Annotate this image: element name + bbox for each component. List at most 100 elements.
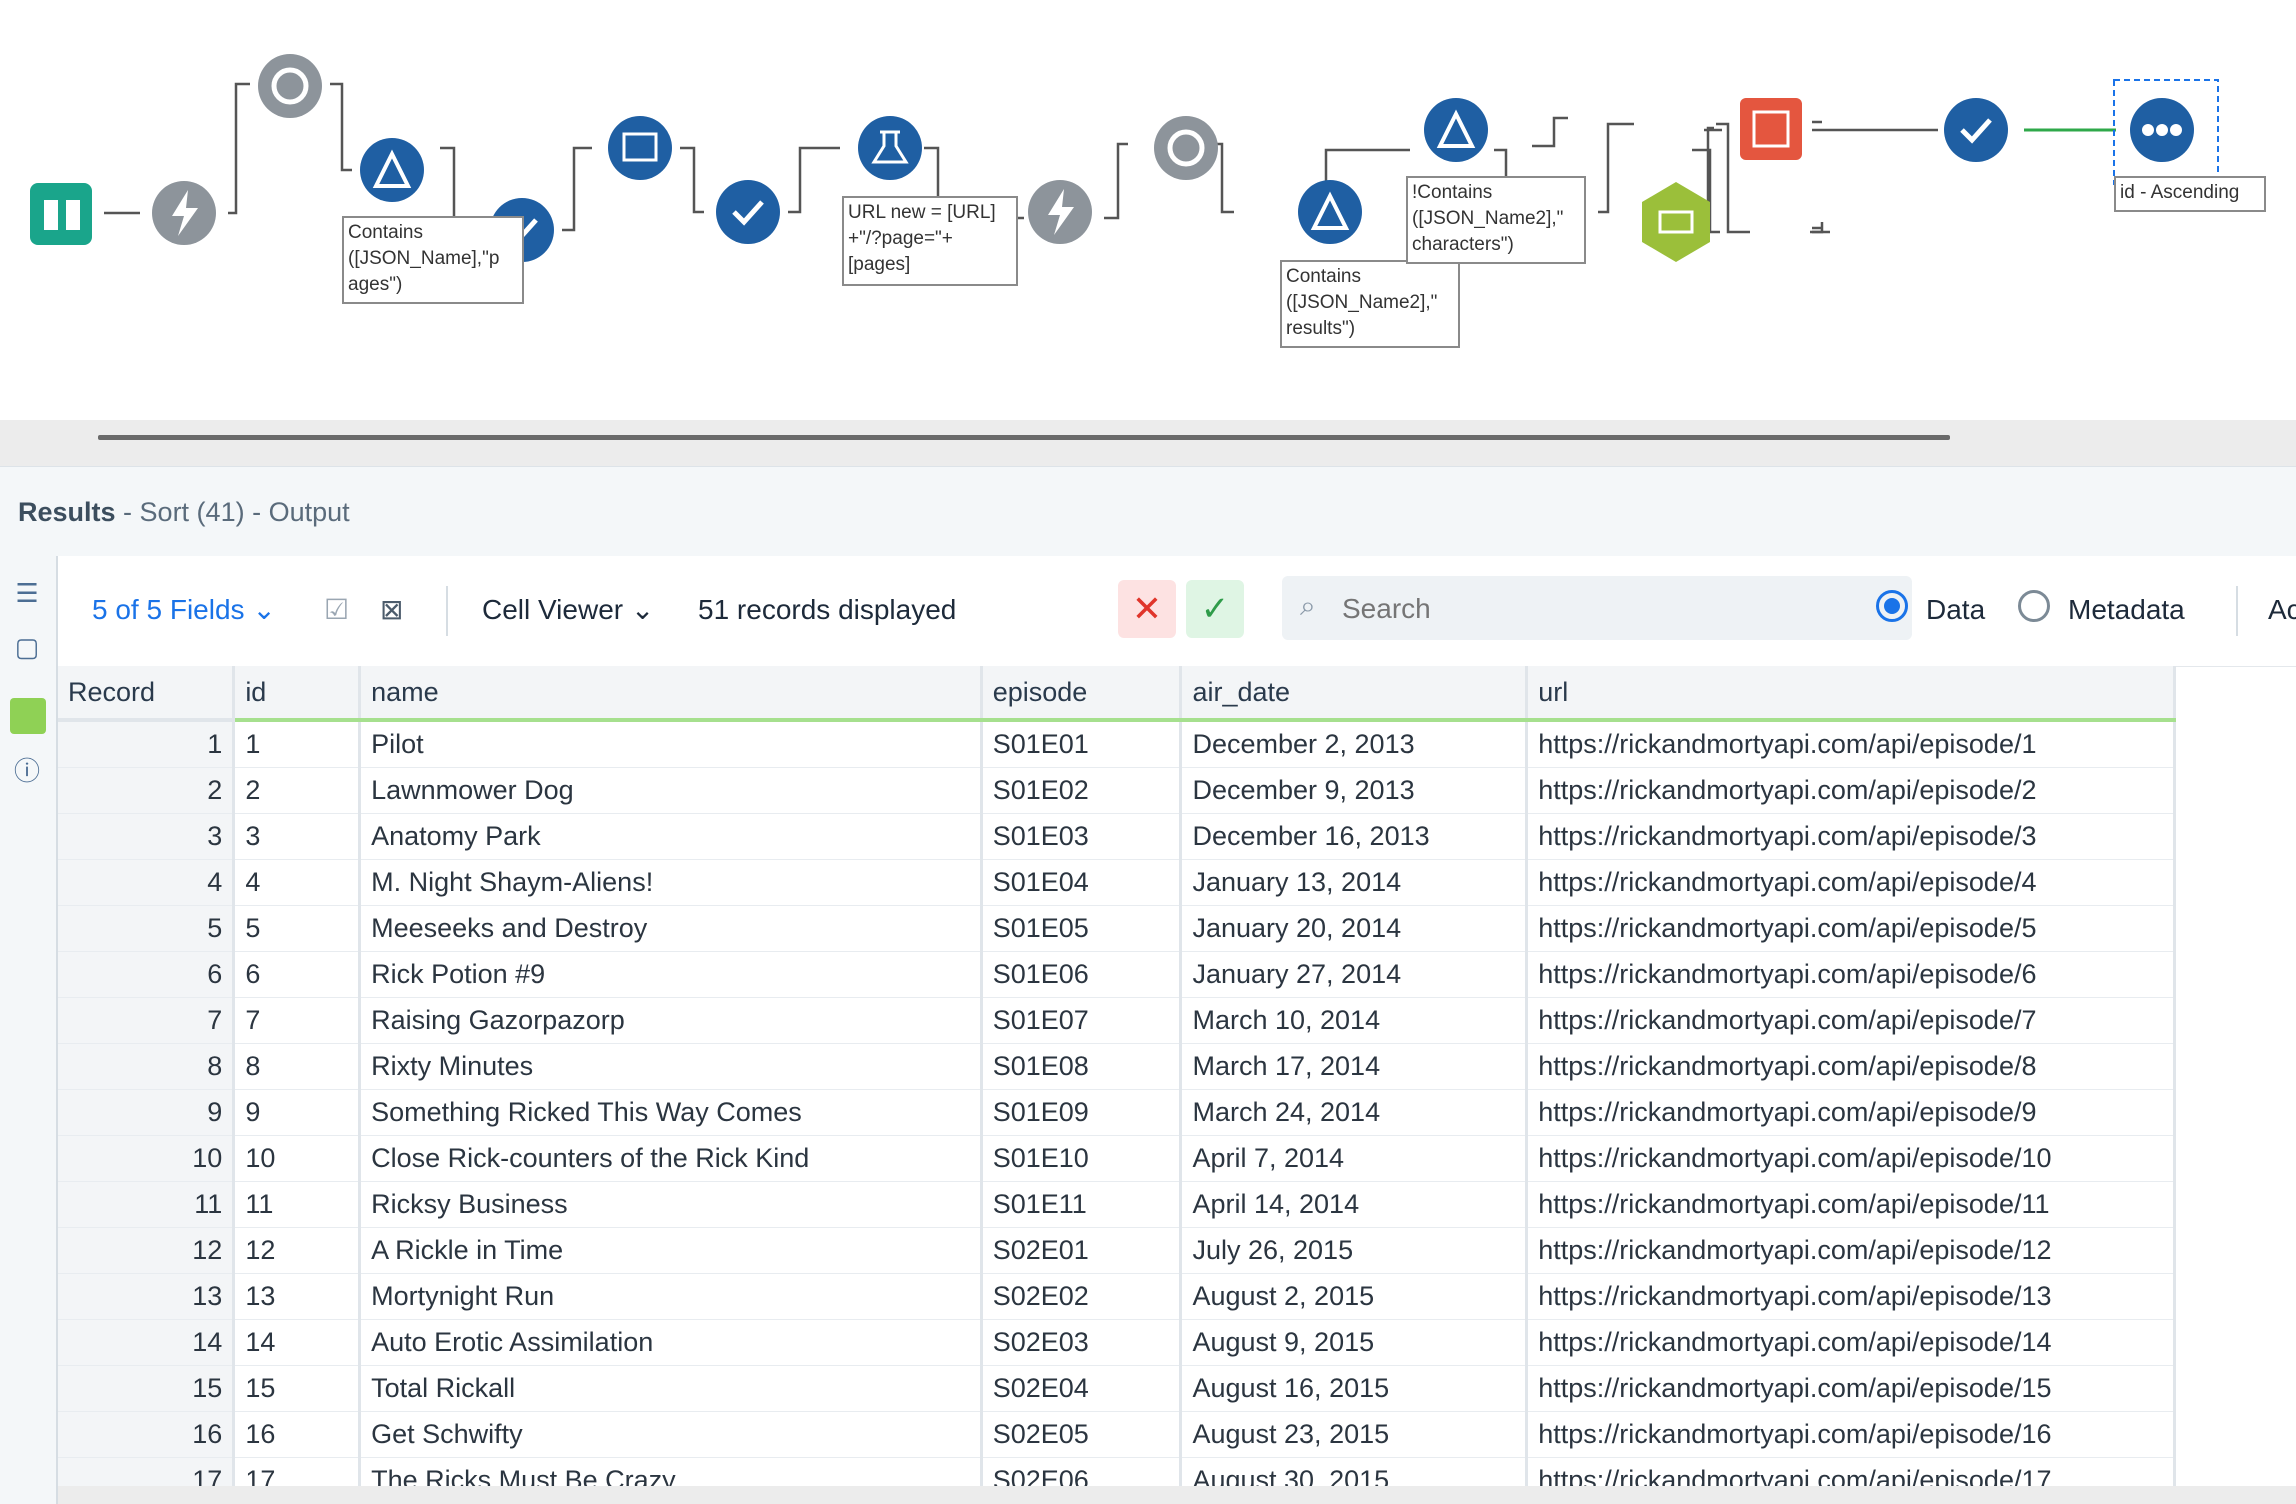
cell-air-date[interactable]: August 16, 2015	[1180, 1365, 1529, 1412]
cell-name[interactable]: Rixty Minutes	[359, 1043, 983, 1090]
cell-name[interactable]: Total Rickall	[359, 1365, 983, 1412]
cell-url[interactable]: https://rickandmortyapi.com/api/episode/…	[1526, 813, 2176, 860]
cell-id[interactable]: 7	[233, 997, 362, 1044]
formula-tool[interactable]	[858, 116, 922, 180]
table-row[interactable]: 17 17 The Ricks Must Be Crazy S02E06 August …	[58, 1457, 2176, 1486]
table-row[interactable]: 16 16 Get Schwifty S02E05 August 23, 2015 htt…	[58, 1411, 2176, 1458]
cell-episode[interactable]: S01E11	[981, 1181, 1183, 1228]
cell-name[interactable]: The Ricks Must Be Crazy	[359, 1457, 983, 1486]
cell-air-date[interactable]: March 17, 2014	[1180, 1043, 1529, 1090]
cell-air-date[interactable]: March 24, 2014	[1180, 1089, 1529, 1136]
cell-name[interactable]: Mortynight Run	[359, 1273, 983, 1320]
cell-air-date[interactable]: December 16, 2013	[1180, 813, 1529, 860]
fields-selector[interactable]: 5 of 5 Fields ⌄	[92, 592, 276, 628]
grid-hscrollbar[interactable]	[58, 1486, 2296, 1504]
cell-episode[interactable]: S02E03	[981, 1319, 1183, 1366]
cell-id[interactable]: 3	[233, 813, 362, 860]
metadata-radio-label[interactable]: Metadata	[2068, 592, 2185, 628]
download-tool-1[interactable]	[152, 181, 216, 245]
cell-name[interactable]: Something Ricked This Way Comes	[359, 1089, 983, 1136]
cell-url[interactable]: https://rickandmortyapi.com/api/episode/…	[1526, 1411, 2176, 1458]
cell-id[interactable]: 4	[233, 859, 362, 906]
column-header-record[interactable]: Record	[58, 666, 236, 722]
list-view-icon[interactable]: ☰	[10, 576, 44, 610]
cell-name[interactable]: Lawnmower Dog	[359, 767, 983, 814]
apply-button[interactable]: ✓	[1186, 580, 1244, 638]
cell-record[interactable]: 3	[58, 813, 236, 860]
cell-name[interactable]: Auto Erotic Assimilation	[359, 1319, 983, 1366]
download-tool-2[interactable]	[1028, 180, 1092, 244]
cell-record[interactable]: 8	[58, 1043, 236, 1090]
cell-name[interactable]: A Rickle in Time	[359, 1227, 983, 1274]
cell-id[interactable]: 11	[233, 1181, 362, 1228]
cell-name[interactable]: Rick Potion #9	[359, 951, 983, 998]
metadata-radio[interactable]	[2018, 590, 2050, 622]
search-box[interactable]: ⌕	[1282, 576, 1912, 640]
canvas-results-splitter[interactable]	[0, 420, 2296, 466]
checklist-icon[interactable]: ☑	[324, 592, 349, 628]
cell-url[interactable]: https://rickandmortyapi.com/api/episode/…	[1526, 859, 2176, 906]
cell-record[interactable]: 1	[58, 720, 236, 768]
cell-record[interactable]: 10	[58, 1135, 236, 1182]
select-tool-3[interactable]	[1944, 98, 2008, 162]
dynamic-rename-tool[interactable]	[1740, 98, 1802, 160]
cell-air-date[interactable]: August 2, 2015	[1180, 1273, 1529, 1320]
input-data-tool[interactable]	[30, 183, 92, 245]
table-row[interactable]: 12 12 A Rickle in Time S02E01 July 26, 2015 h…	[58, 1227, 2176, 1274]
cell-name[interactable]: Meeseeks and Destroy	[359, 905, 983, 952]
cell-id[interactable]: 12	[233, 1227, 362, 1274]
cell-episode[interactable]: S01E02	[981, 767, 1183, 814]
table-row[interactable]: 3 3 Anatomy Park S01E03 December 16, 2013 htt…	[58, 813, 2176, 860]
canvas-hscrollbar[interactable]	[98, 435, 1950, 440]
cell-name[interactable]: Ricksy Business	[359, 1181, 983, 1228]
cell-episode[interactable]: S01E07	[981, 997, 1183, 1044]
cell-id[interactable]: 17	[233, 1457, 362, 1486]
cell-url[interactable]: https://rickandmortyapi.com/api/episode/…	[1526, 1457, 2176, 1486]
table-view-icon[interactable]: ▢	[10, 630, 44, 664]
cell-episode[interactable]: S01E05	[981, 905, 1183, 952]
cell-url[interactable]: https://rickandmortyapi.com/api/episode/…	[1526, 997, 2176, 1044]
cell-record[interactable]: 6	[58, 951, 236, 998]
cell-episode[interactable]: S01E06	[981, 951, 1183, 998]
cell-record[interactable]: 11	[58, 1181, 236, 1228]
column-header-air-date[interactable]: air_date	[1180, 666, 1529, 722]
cell-record[interactable]: 2	[58, 767, 236, 814]
cell-url[interactable]: https://rickandmortyapi.com/api/episode/…	[1526, 1135, 2176, 1182]
cell-record[interactable]: 15	[58, 1365, 236, 1412]
cell-name[interactable]: Raising Gazorpazorp	[359, 997, 983, 1044]
cell-name[interactable]: Anatomy Park	[359, 813, 983, 860]
filter-tool-2[interactable]	[1298, 180, 1362, 244]
cell-record[interactable]: 9	[58, 1089, 236, 1136]
cell-id[interactable]: 15	[233, 1365, 362, 1412]
cell-id[interactable]: 6	[233, 951, 362, 998]
cell-name[interactable]: Close Rick-counters of the Rick Kind	[359, 1135, 983, 1182]
table-row[interactable]: 1 1 Pilot S01E01 December 2, 2013 https://ric…	[58, 720, 2176, 768]
cell-id[interactable]: 10	[233, 1135, 362, 1182]
cell-viewer-dropdown[interactable]: Cell Viewer ⌄	[482, 592, 654, 628]
cancel-button[interactable]: ✕	[1118, 580, 1176, 638]
column-header-url[interactable]: url	[1526, 666, 2176, 722]
deselect-icon[interactable]: ⊠	[380, 592, 403, 628]
table-row[interactable]: 2 2 Lawnmower Dog S01E02 December 9, 2013 htt…	[58, 767, 2176, 814]
data-radio-label[interactable]: Data	[1926, 592, 1985, 628]
search-input[interactable]	[1340, 586, 1884, 632]
cell-episode[interactable]: S01E09	[981, 1089, 1183, 1136]
cell-id[interactable]: 9	[233, 1089, 362, 1136]
cell-id[interactable]: 13	[233, 1273, 362, 1320]
table-row[interactable]: 4 4 M. Night Shaym-Aliens! S01E04 January 13…	[58, 859, 2176, 906]
cell-record[interactable]: 5	[58, 905, 236, 952]
cell-air-date[interactable]: January 20, 2014	[1180, 905, 1529, 952]
cell-id[interactable]: 8	[233, 1043, 362, 1090]
cell-episode[interactable]: S01E01	[981, 720, 1183, 768]
cell-episode[interactable]: S01E04	[981, 859, 1183, 906]
cell-record[interactable]: 4	[58, 859, 236, 906]
cell-record[interactable]: 7	[58, 997, 236, 1044]
cell-air-date[interactable]: December 2, 2013	[1180, 720, 1529, 768]
table-row[interactable]: 10 10 Close Rick-counters of the Rick Kind…	[58, 1135, 2176, 1182]
cell-air-date[interactable]: January 27, 2014	[1180, 951, 1529, 998]
json-parse-tool-2[interactable]	[1154, 116, 1218, 180]
table-row[interactable]: 5 5 Meeseeks and Destroy S01E05 January 20, …	[58, 905, 2176, 952]
cell-url[interactable]: https://rickandmortyapi.com/api/episode/…	[1526, 720, 2176, 768]
column-header-id[interactable]: id	[233, 666, 362, 722]
table-row[interactable]: 13 13 Mortynight Run S02E02 August 2, 2015 ht…	[58, 1273, 2176, 1320]
